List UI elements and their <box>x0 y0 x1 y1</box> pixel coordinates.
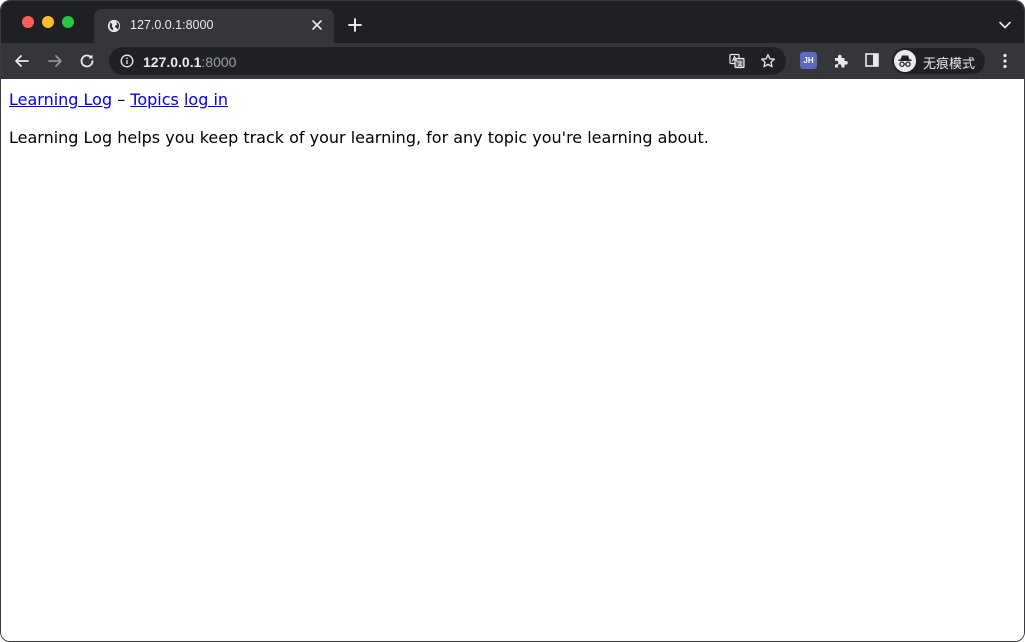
back-arrow-icon[interactable] <box>12 51 32 71</box>
more-vert-icon[interactable] <box>997 52 1013 70</box>
site-description: Learning Log helps you keep track of you… <box>9 128 709 147</box>
home-link[interactable]: Learning Log <box>9 90 112 109</box>
chevron-down-icon[interactable] <box>998 18 1012 32</box>
topics-link[interactable]: Topics <box>130 90 179 109</box>
minimize-window-button[interactable] <box>42 16 54 28</box>
jh-extension-icon[interactable]: JH <box>800 52 817 69</box>
maximize-window-button[interactable] <box>62 16 74 28</box>
incognito-profile-button[interactable]: 无痕模式 <box>892 48 985 74</box>
login-link[interactable]: log in <box>184 90 228 109</box>
browser-window: 127.0.0.1:8000 127.0.0.1:8000 JH 无痕模式 Le… <box>0 0 1025 642</box>
page-content: Learning Log – Topics log in Learning Lo… <box>1 79 1024 641</box>
close-window-button[interactable] <box>22 16 34 28</box>
star-icon[interactable] <box>760 53 776 69</box>
globe-icon <box>107 19 121 33</box>
browser-tab[interactable]: 127.0.0.1:8000 <box>94 9 334 43</box>
site-nav: Learning Log – Topics log in <box>9 90 228 109</box>
puzzle-icon[interactable] <box>832 52 850 70</box>
incognito-icon <box>894 50 916 72</box>
translate-icon[interactable] <box>729 53 745 69</box>
address-bar[interactable]: 127.0.0.1:8000 <box>109 47 786 75</box>
close-icon[interactable] <box>309 17 325 33</box>
incognito-label: 无痕模式 <box>923 57 976 72</box>
reload-icon[interactable] <box>77 51 97 71</box>
info-icon[interactable] <box>120 54 134 68</box>
url-port: :8000 <box>201 54 237 70</box>
plus-icon[interactable] <box>347 17 363 33</box>
forward-arrow-icon[interactable] <box>45 51 65 71</box>
url-host: 127.0.0.1 <box>143 54 202 70</box>
tab-strip: 127.0.0.1:8000 <box>1 1 1024 43</box>
tab-title: 127.0.0.1:8000 <box>130 18 214 32</box>
side-panel-icon[interactable] <box>864 52 880 68</box>
url-text: 127.0.0.1:8000 <box>143 54 236 70</box>
nav-separator: – <box>112 90 131 109</box>
